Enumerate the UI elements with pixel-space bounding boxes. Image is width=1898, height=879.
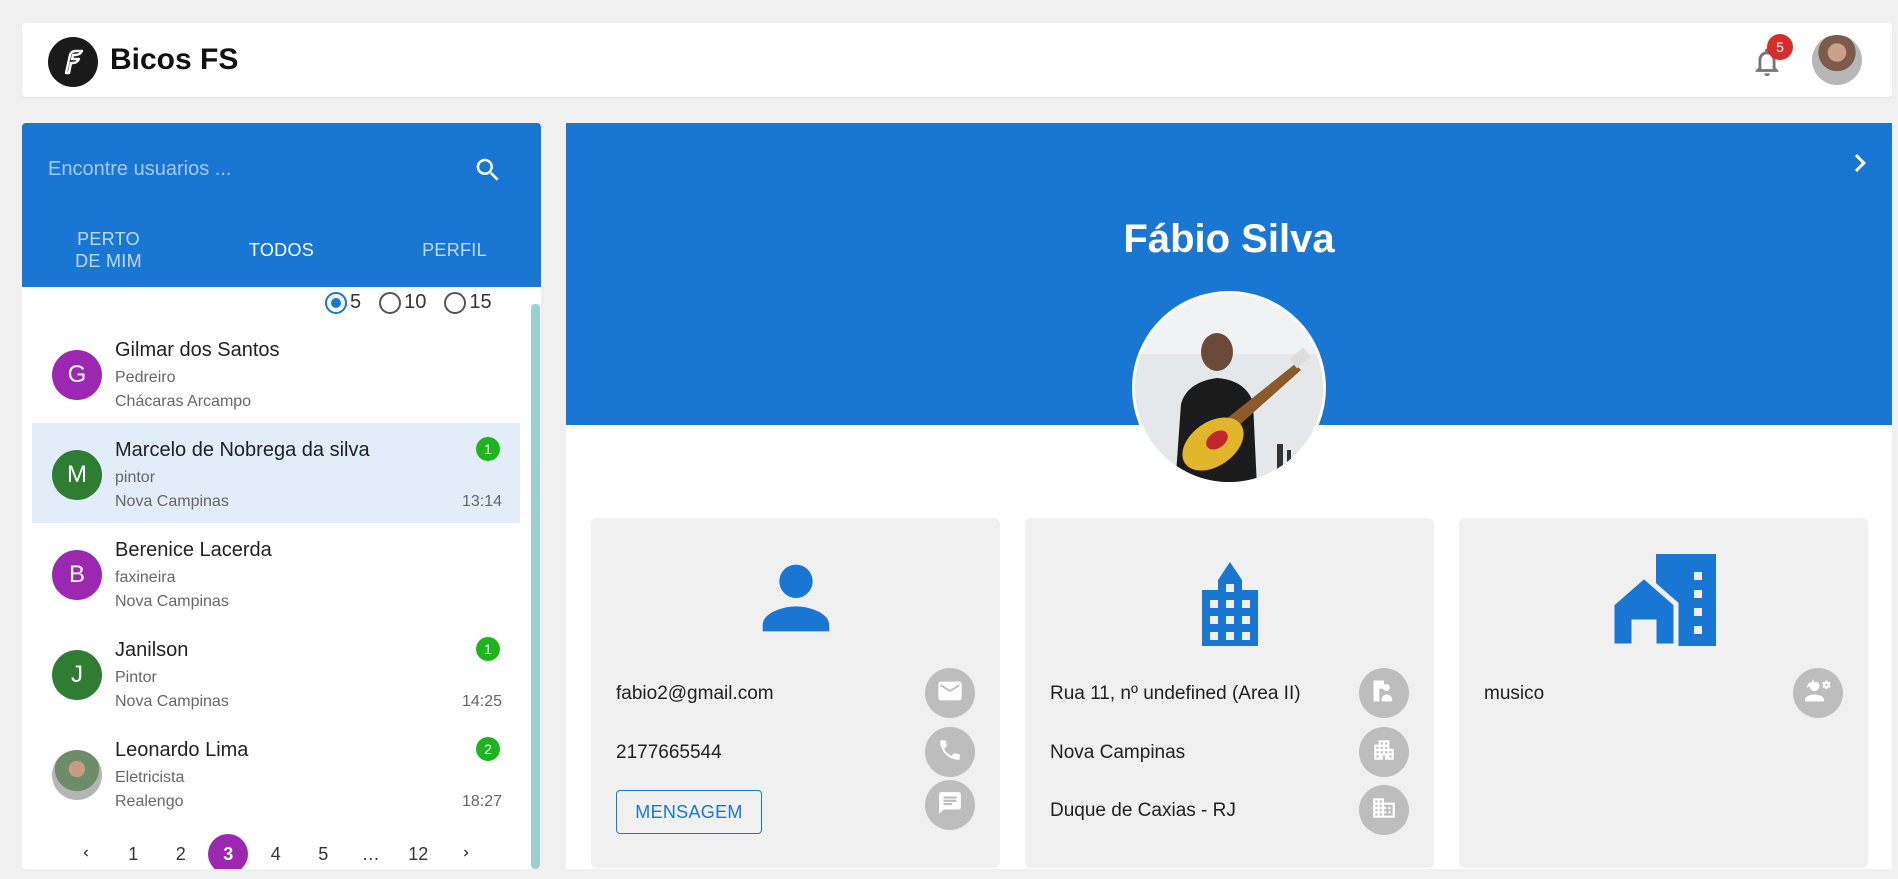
user-place: Nova Campinas: [115, 493, 229, 510]
page-size-label: 10: [404, 291, 427, 313]
page-size-option-5[interactable]: 5: [325, 291, 361, 314]
page-button-current[interactable]: 3: [205, 834, 253, 869]
notification-count-badge: 5: [1767, 34, 1793, 60]
tab-near-me[interactable]: PERTO DE MIM: [22, 225, 195, 275]
next-page-chevron-right-icon[interactable]: [442, 844, 490, 865]
user-job: Pedreiro: [115, 369, 176, 386]
page-button[interactable]: 1: [110, 844, 158, 865]
user-job: faxineira: [115, 569, 176, 586]
profile-panel: Fábio Silva fabio2@gmail.com 2177665544: [566, 123, 1892, 869]
user-place: Realengo: [115, 793, 184, 810]
search-input[interactable]: [48, 149, 448, 189]
user-name: Leonardo Lima: [115, 739, 249, 761]
search-icon[interactable]: [473, 155, 503, 185]
user-place: Chácaras Arcampo: [115, 393, 252, 410]
unread-count-badge: 1: [476, 637, 500, 661]
user-name: Berenice Lacerda: [115, 539, 272, 561]
page-size-option-10[interactable]: 10: [379, 291, 426, 314]
chat-icon: [937, 790, 963, 821]
collapse-chevron-right-icon[interactable]: [1842, 145, 1878, 181]
page-size-selector: 5 10 15: [325, 291, 492, 314]
profession-settings-button[interactable]: [1793, 668, 1843, 718]
phone-icon: [937, 737, 963, 768]
profile-city: Duque de Caxias - RJ: [1050, 800, 1236, 821]
brand-logo-icon[interactable]: [48, 37, 98, 87]
user-initial-avatar: J: [52, 650, 102, 700]
user-list-item[interactable]: M Marcelo de Nobrega da silva pintor Nov…: [32, 423, 520, 523]
user-list-item[interactable]: Leonardo Lima Eletricista Realengo 2 18:…: [32, 723, 520, 823]
users-panel: PERTO DE MIM TODOS PERFIL 5 10 15 G Gilm…: [22, 123, 541, 869]
profile-email: fabio2@gmail.com: [616, 683, 774, 704]
send-message-button[interactable]: MENSAGEM: [616, 790, 762, 834]
page-size-option-15[interactable]: 15: [444, 291, 492, 314]
current-page-label: 3: [208, 834, 249, 869]
list-scrollbar[interactable]: [531, 304, 540, 869]
page-button[interactable]: 4: [252, 844, 300, 865]
radio-unchecked-icon[interactable]: [444, 291, 467, 314]
tab-all[interactable]: TODOS: [195, 225, 368, 275]
profession-card: musico: [1459, 518, 1868, 868]
profile-address: Rua 11, nº undefined (Area II): [1050, 683, 1301, 704]
last-message-time: 13:14: [461, 493, 502, 510]
page-button[interactable]: 12: [395, 844, 443, 865]
contact-card: fabio2@gmail.com 2177665544 MENSAGEM: [591, 518, 1000, 868]
neighborhood-button[interactable]: [1359, 727, 1409, 777]
email-icon: [936, 677, 964, 710]
prev-page-chevron-left-icon[interactable]: [62, 844, 110, 865]
profile-profession: musico: [1484, 683, 1545, 704]
profile-neighborhood: Nova Campinas: [1050, 742, 1186, 763]
user-job: pintor: [115, 469, 156, 486]
page-button[interactable]: 2: [157, 844, 205, 865]
home-work-icon: [1459, 548, 1868, 648]
last-message-time: 14:25: [461, 693, 502, 710]
person-icon: [591, 548, 1000, 648]
pagination: 1 2 3 4 5 … 12: [62, 834, 490, 869]
building-icon: [1025, 548, 1434, 648]
map-button[interactable]: [1359, 668, 1409, 718]
user-list-item[interactable]: G Gilmar dos Santos Pedreiro Chácaras Ar…: [32, 323, 520, 423]
profile-name: Fábio Silva: [1123, 217, 1335, 261]
user-name: Janilson: [115, 639, 189, 661]
user-initial-avatar: M: [52, 450, 102, 500]
page-button[interactable]: 5: [300, 844, 348, 865]
city-icon: [1371, 795, 1397, 826]
user-photo-avatar: [52, 750, 102, 800]
unread-count-badge: 1: [476, 437, 500, 461]
user-list-item[interactable]: J Janilson Pintor Nova Campinas 1 14:25: [32, 623, 520, 723]
user-initial-avatar: B: [52, 550, 102, 600]
engineering-icon: [1804, 677, 1832, 710]
profile-photo: [1132, 291, 1326, 485]
radio-unchecked-icon[interactable]: [379, 291, 402, 314]
city-button[interactable]: [1359, 785, 1409, 835]
chat-button[interactable]: [925, 780, 975, 830]
page-ellipsis: …: [361, 843, 380, 864]
user-place: Nova Campinas: [115, 693, 229, 710]
address-card: Rua 11, nº undefined (Area II) Nova Camp…: [1025, 518, 1434, 868]
profile-phone: 2177665544: [616, 742, 722, 763]
call-button[interactable]: [925, 727, 975, 777]
page-size-label: 5: [350, 291, 362, 313]
user-job: Eletricista: [115, 769, 185, 786]
user-initial-avatar: G: [52, 350, 102, 400]
user-list-item[interactable]: B Berenice Lacerda faxineira Nova Campin…: [32, 523, 520, 623]
apartment-icon: [1371, 737, 1397, 768]
email-button[interactable]: [925, 668, 975, 718]
users-panel-header: PERTO DE MIM TODOS PERFIL: [22, 123, 541, 287]
last-message-time: 18:27: [461, 793, 502, 810]
radio-checked-icon[interactable]: [325, 291, 347, 314]
user-place: Nova Campinas: [115, 593, 229, 610]
brand-name: Bicos FS: [110, 43, 239, 76]
user-job: Pintor: [115, 669, 157, 686]
current-user-avatar[interactable]: [1812, 35, 1862, 85]
person-pin-map-icon: [1370, 677, 1398, 710]
user-name: Marcelo de Nobrega da silva: [115, 439, 370, 461]
user-name: Gilmar dos Santos: [115, 339, 280, 361]
unread-count-badge: 2: [476, 737, 500, 761]
top-app-bar: Bicos FS 5: [22, 23, 1892, 97]
page-size-label: 15: [469, 291, 492, 313]
tab-profile[interactable]: PERFIL: [368, 225, 541, 275]
